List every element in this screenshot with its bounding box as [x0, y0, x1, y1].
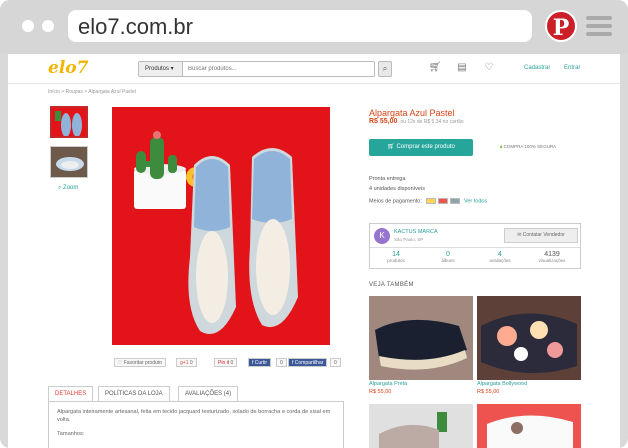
login-link[interactable]: Entrar — [564, 65, 580, 71]
stat-products[interactable]: 14 produtos — [370, 251, 422, 263]
facebook-share-button[interactable]: f Compartilhar — [288, 358, 328, 367]
related-photo — [369, 404, 473, 448]
see-all-payments-link[interactable]: Ver todos — [464, 198, 487, 204]
related-photo — [369, 296, 473, 380]
register-link[interactable]: Cadastrar — [524, 65, 550, 71]
list-icon[interactable]: ▤ — [455, 61, 469, 75]
pinit-label: Pin it — [218, 360, 230, 366]
product-thumbnail[interactable] — [50, 106, 88, 138]
pinit-count: 0 — [230, 360, 234, 366]
share-label: Compartilhar — [294, 360, 324, 366]
like-label: Curtir — [254, 360, 268, 366]
cart-icon[interactable]: 🛒︎ — [428, 61, 442, 75]
stat-value: 14 — [392, 251, 400, 258]
product-title: Alpargata Azul Pastel — [369, 108, 455, 118]
buy-button-label: Comprar este produto — [396, 144, 455, 150]
sizes-label: Tamanhos: — [57, 431, 85, 437]
search-input[interactable] — [185, 62, 371, 76]
stat-value: 4 — [498, 251, 502, 258]
browser-chrome: elo7.com.br P — [0, 0, 628, 54]
contact-seller-label: Contatar Vendedor — [522, 232, 565, 238]
secure-label: COMPRA 100% SEGURA — [503, 144, 557, 149]
site-header: elo7 Produtos ▾ ⌕ 🛒︎ ▤ ♡ Cadastrar Entra… — [8, 54, 620, 84]
web-page: elo7 Produtos ▾ ⌕ 🛒︎ ▤ ♡ Cadastrar Entra… — [8, 54, 620, 448]
zoom-link[interactable]: ⌕ Zoom — [58, 185, 78, 192]
stat-value: 4139 — [544, 251, 560, 258]
favorite-label: Favoritar produto — [123, 360, 162, 366]
stat-label: produtos — [387, 258, 405, 263]
favorite-button[interactable]: ♡ Favoritar produto — [114, 358, 166, 367]
description-text: Alpargata inteiramente artesanal, feita … — [57, 409, 331, 423]
price-value: R$ 55,00 — [369, 118, 398, 125]
window-control-dot[interactable] — [22, 20, 34, 32]
product-photo — [112, 107, 330, 345]
gplus-label: g+1 — [180, 360, 189, 366]
seller-avatar[interactable]: K — [374, 228, 390, 244]
window-control-dot[interactable] — [42, 20, 54, 32]
gplus-count: 0 — [189, 360, 193, 366]
gplus-button[interactable]: g+1 0 — [176, 358, 197, 367]
related-product-price: R$ 55,00 — [369, 389, 392, 395]
thumbnail-image — [52, 108, 86, 136]
search-category-select[interactable]: Produtos ▾ — [139, 62, 183, 76]
buy-button[interactable]: 🛒︎ Comprar este produto — [369, 139, 473, 156]
installments-text: ou 12x de R$ 5,34 no cartão — [400, 119, 464, 125]
secure-purchase-badge: 🔒︎ COMPRA 100% SEGURA — [500, 144, 556, 149]
tab-politicas[interactable]: POLÍTICAS DA LOJA — [98, 386, 170, 401]
browser-window: elo7.com.br P elo7 Produtos ▾ ⌕ 🛒︎ ▤ ♡ C… — [0, 0, 628, 448]
search-box: Produtos ▾ — [138, 61, 375, 77]
product-price: R$ 55,00 ou 12x de R$ 5,34 no cartão — [369, 118, 464, 125]
stock-available: 4 unidades disponíveis — [369, 186, 425, 192]
pinterest-icon[interactable]: P — [545, 10, 577, 42]
ready-delivery: Pronta entrega — [369, 176, 406, 182]
related-product-image[interactable] — [369, 404, 473, 448]
stat-label: visualizações — [538, 258, 566, 263]
boleto-icon — [450, 198, 461, 204]
tab-content: Alpargata inteiramente artesanal, feita … — [48, 401, 344, 448]
product-main-image[interactable] — [112, 107, 330, 345]
payment-label: Meios de pagamento: — [369, 198, 422, 205]
related-product-name[interactable]: Alpargata Bollywood — [477, 381, 527, 387]
share-count: 0 — [330, 358, 341, 367]
stat-label: avaliações — [489, 258, 511, 263]
mastercard-icon — [438, 198, 449, 204]
stat-value: 0 — [446, 251, 450, 258]
site-logo[interactable]: elo7 — [48, 58, 88, 78]
stat-views: 4139 visualizações — [526, 251, 578, 263]
like-count: 0 — [276, 358, 287, 367]
pinit-button[interactable]: Pin it 0 — [214, 358, 238, 367]
breadcrumb[interactable]: Início > Roupas > Alpargata Azul Pastel — [48, 89, 136, 95]
seller-location: São Paulo, SP — [394, 237, 424, 242]
stat-label: álbuns — [441, 258, 455, 263]
thumbnail-image — [51, 147, 87, 177]
related-product-price: R$ 55,00 — [477, 389, 500, 395]
seller-stats: 14 produtos 0 álbuns 4 avaliações 4139 visua… — [370, 247, 580, 269]
related-photo — [477, 296, 581, 380]
related-product-name[interactable]: Alpargata Preta — [369, 381, 407, 387]
seller-box: K KACTUS MARCA São Paulo, SP ✉ Contatar … — [369, 223, 581, 269]
product-thumbnail[interactable] — [50, 146, 88, 178]
related-photo — [477, 404, 581, 448]
contact-seller-button[interactable]: ✉ Contatar Vendedor — [504, 228, 578, 243]
related-product-image[interactable] — [369, 296, 473, 380]
related-heading: VEJA TAMBÉM — [369, 282, 414, 288]
search-icon[interactable]: ⌕ — [378, 61, 392, 77]
related-product-image[interactable] — [477, 296, 581, 380]
lock-icon: 🔒︎ — [500, 144, 503, 149]
payment-methods: Meios de pagamento: Ver todos — [369, 198, 487, 204]
url-text: elo7.com.br — [78, 14, 193, 39]
facebook-like-button[interactable]: f Curtir — [248, 358, 272, 367]
seller-name[interactable]: KACTUS MARCA — [394, 229, 438, 235]
search-category-label: Produtos — [145, 66, 170, 72]
tab-avaliacoes[interactable]: AVALIAÇÕES (4) — [178, 386, 239, 401]
heart-icon[interactable]: ♡ — [482, 61, 496, 75]
zoom-label: Zoom — [63, 185, 79, 191]
address-bar[interactable]: elo7.com.br — [68, 10, 532, 42]
hamburger-menu-icon[interactable] — [586, 16, 612, 40]
tab-detalhes[interactable]: DETALHES — [48, 386, 94, 401]
visa-card-icon — [426, 198, 437, 204]
related-product-image[interactable] — [477, 404, 581, 448]
stat-albums[interactable]: 0 álbuns — [422, 251, 474, 263]
stat-reviews[interactable]: 4 avaliações — [474, 251, 526, 263]
